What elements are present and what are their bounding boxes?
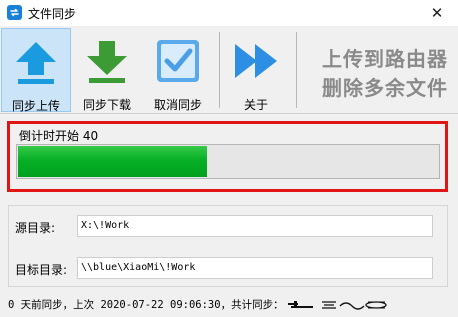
upload-sync-button[interactable]: 同步上传 <box>1 28 71 113</box>
promo-line-2: 删除多余文件 <box>322 76 448 100</box>
source-dir-label: 源目录: <box>15 221 56 235</box>
upload-sync-label: 同步上传 <box>11 99 60 113</box>
checkbox-icon <box>157 40 199 82</box>
about-label: 关于 <box>243 98 268 112</box>
close-button[interactable]: ✕ <box>416 0 458 26</box>
sync-progress-bar <box>16 144 440 179</box>
source-dir-input[interactable]: X:\!Work <box>77 215 433 237</box>
toolbar-separator <box>219 32 220 108</box>
download-arrow-icon <box>87 41 127 83</box>
sync-progress-fill <box>18 146 207 177</box>
directory-panel: 源目录: X:\!Work 目标目录: \\blue\XiaoMi\!Work <box>8 205 448 287</box>
about-button[interactable]: 关于 <box>222 28 290 112</box>
countdown-label: 倒计时开始 40 <box>19 129 99 143</box>
target-dir-input[interactable]: \\blue\XiaoMi\!Work <box>77 257 433 279</box>
window-title: 文件同步 <box>28 7 77 21</box>
sync-app-icon <box>7 5 22 20</box>
upload-arrow-icon <box>16 42 56 84</box>
close-icon: ✕ <box>430 4 444 22</box>
target-dir-label: 目标目录: <box>15 263 68 277</box>
promo-line-1: 上传到路由器 <box>322 47 448 71</box>
fast-forward-icon <box>235 44 277 78</box>
download-sync-label: 同步下载 <box>82 98 131 112</box>
status-text: 0 天前同步，上次 2020-07-22 09:06:30，共计同步： <box>8 299 284 311</box>
countdown-panel: 倒计时开始 40 <box>7 121 448 192</box>
title-bar: 文件同步 ✕ <box>0 0 458 26</box>
toolbar: 同步上传 同步下载 取消同步 关于 上传到路由器 删除多余文件 <box>0 26 458 114</box>
cancel-sync-button[interactable]: 取消同步 <box>143 28 213 112</box>
download-sync-button[interactable]: 同步下载 <box>72 28 142 112</box>
cancel-sync-label: 取消同步 <box>153 98 202 112</box>
garbled-count-icon <box>287 301 387 310</box>
toolbar-separator <box>296 32 297 108</box>
status-bar: 0 天前同步，上次 2020-07-22 09:06:30，共计同步： <box>0 293 458 317</box>
